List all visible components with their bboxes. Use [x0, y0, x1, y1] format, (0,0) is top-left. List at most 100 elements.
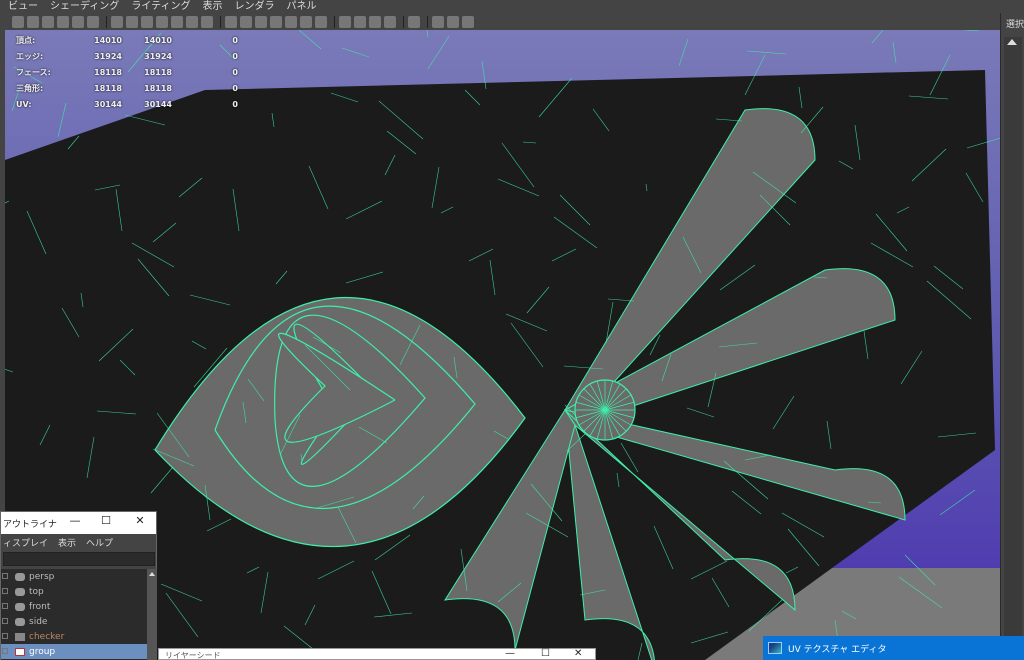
- menu-shading[interactable]: シェーディング: [50, 0, 119, 13]
- viewport-share-icon[interactable]: [462, 15, 474, 28]
- image-plane-icon[interactable]: [57, 15, 69, 28]
- wire-edge: [426, 30, 429, 38]
- safe-action-icon[interactable]: [186, 15, 198, 28]
- outliner-titlebar[interactable]: アウトライナ — ☐ ✕: [1, 512, 156, 534]
- xray-joints-icon[interactable]: [369, 15, 381, 28]
- menu-lighting[interactable]: ライティング: [131, 0, 190, 13]
- scroll-up-icon[interactable]: [149, 572, 155, 576]
- menu-renderer[interactable]: レンダラ: [235, 0, 275, 13]
- menu-show[interactable]: 表示: [203, 0, 223, 13]
- film-gate-icon[interactable]: [126, 15, 138, 28]
- attribute-side-panel: 選択: [1000, 13, 1024, 660]
- expand-toggle[interactable]: [2, 618, 8, 624]
- camera-set-icon[interactable]: [432, 15, 444, 28]
- use-lights-icon[interactable]: [285, 15, 297, 28]
- outliner-scrollbar[interactable]: [147, 569, 157, 660]
- expand-toggle[interactable]: [2, 633, 8, 639]
- bookmark-icon[interactable]: [42, 15, 54, 28]
- close-button[interactable]: ✕: [132, 514, 148, 527]
- toolbar-divider: [334, 15, 335, 28]
- viewport-menubar: ビュー シェーディング ライティング 表示 レンダラ パネル: [0, 0, 1024, 13]
- camera-attr-icon[interactable]: [27, 15, 39, 28]
- grease-pencil-icon[interactable]: [87, 15, 99, 28]
- menu-display[interactable]: ィスプレイ: [3, 536, 48, 549]
- toolbar-divider: [106, 15, 107, 28]
- textured-icon[interactable]: [270, 15, 282, 28]
- hud-row-faces: フェース: 18118 18118 0: [16, 67, 238, 77]
- hud-row-edges: エッジ: 31924 31924 0: [16, 51, 238, 61]
- menu-help[interactable]: ヘルプ: [86, 536, 113, 549]
- wire-edge: [898, 576, 943, 609]
- safe-title-icon[interactable]: [201, 15, 213, 28]
- wire-edge: [939, 489, 976, 516]
- layer-editor-window[interactable]: リイヤーシード — ☐ ✕: [158, 648, 596, 660]
- outliner-item-front[interactable]: front: [1, 599, 147, 614]
- close-button[interactable]: ✕: [574, 648, 582, 659]
- uv-texture-editor-tab[interactable]: UV テクスチャ エディタ: [763, 636, 1024, 660]
- ambient-occlusion-icon[interactable]: [315, 15, 327, 28]
- panel-title: 選択: [1006, 20, 1024, 30]
- outliner-list: persp top front side checker group: [1, 569, 147, 660]
- wireframe-icon[interactable]: [225, 15, 237, 28]
- grid-icon[interactable]: [111, 15, 123, 28]
- outliner-item-checker[interactable]: checker: [1, 629, 147, 644]
- menu-show[interactable]: 表示: [58, 536, 76, 549]
- 2d-pan-icon[interactable]: [72, 15, 84, 28]
- display-select-icon[interactable]: [408, 15, 420, 28]
- field-chart-icon[interactable]: [171, 15, 183, 28]
- expand-toggle[interactable]: [2, 603, 8, 609]
- hud-row-vertices: 頂点: 14010 14010 0: [16, 35, 238, 45]
- resolution-gate-icon[interactable]: [141, 15, 153, 28]
- gate-mask-icon[interactable]: [156, 15, 168, 28]
- wire-edge: [427, 35, 450, 70]
- shadows-icon[interactable]: [300, 15, 312, 28]
- outliner-search-input[interactable]: [3, 552, 155, 566]
- group-transform-icon: [15, 647, 25, 656]
- wire-edge: [298, 30, 322, 50]
- toolbar-divider: [403, 15, 404, 28]
- menu-view[interactable]: ビュー: [8, 0, 38, 13]
- smooth-shade-icon[interactable]: [240, 15, 252, 28]
- layer-editor-title: リイヤーシード: [165, 651, 221, 660]
- xray-icon[interactable]: [354, 15, 366, 28]
- outliner-item-persp[interactable]: persp: [1, 569, 147, 584]
- backface-culling-icon[interactable]: [384, 15, 396, 28]
- maximize-button[interactable]: ☐: [98, 514, 114, 527]
- uv-editor-title: UV テクスチャ エディタ: [788, 644, 887, 655]
- camera-icon: [15, 587, 25, 596]
- outliner-title: アウトライナ: [3, 519, 57, 530]
- wire-edge: [904, 554, 936, 586]
- panel-scrollbar[interactable]: [1004, 37, 1022, 657]
- isolate-select-icon[interactable]: [339, 15, 351, 28]
- wire-edge: [841, 610, 857, 620]
- hud-row-uvs: UV: 30144 30144 0: [16, 99, 238, 109]
- expand-toggle[interactable]: [2, 648, 8, 654]
- menu-panels[interactable]: パネル: [287, 0, 317, 13]
- toolbar-divider: [427, 15, 428, 28]
- viewport-layout-icon[interactable]: [447, 15, 459, 28]
- wire-edge: [871, 30, 884, 44]
- outliner-item-side[interactable]: side: [1, 614, 147, 629]
- outliner-menubar: ィスプレイ 表示 ヘルプ: [1, 534, 156, 551]
- viewport-toolbar: [0, 13, 1000, 30]
- uv-editor-icon: [768, 642, 782, 654]
- maximize-button[interactable]: ☐: [541, 648, 550, 659]
- outliner-window: アウトライナ — ☐ ✕ ィスプレイ 表示 ヘルプ persp top fron…: [0, 511, 157, 660]
- camera-select-icon[interactable]: [12, 15, 24, 28]
- wire-edge: [341, 47, 370, 58]
- minimize-button[interactable]: —: [505, 648, 515, 659]
- wire-edge: [746, 50, 787, 55]
- expand-toggle[interactable]: [2, 588, 8, 594]
- camera-icon: [15, 572, 25, 581]
- wireframe-on-shaded-icon[interactable]: [255, 15, 267, 28]
- scroll-up-icon[interactable]: [1007, 39, 1017, 45]
- minimize-button[interactable]: —: [67, 514, 83, 527]
- toolbar-divider: [220, 15, 221, 28]
- wire-edge: [892, 41, 897, 64]
- outliner-item-group[interactable]: group: [1, 644, 147, 659]
- wire-edge: [678, 38, 689, 67]
- outliner-item-top[interactable]: top: [1, 584, 147, 599]
- wire-edge: [962, 30, 980, 32]
- expand-toggle[interactable]: [2, 573, 8, 579]
- camera-icon: [15, 617, 25, 626]
